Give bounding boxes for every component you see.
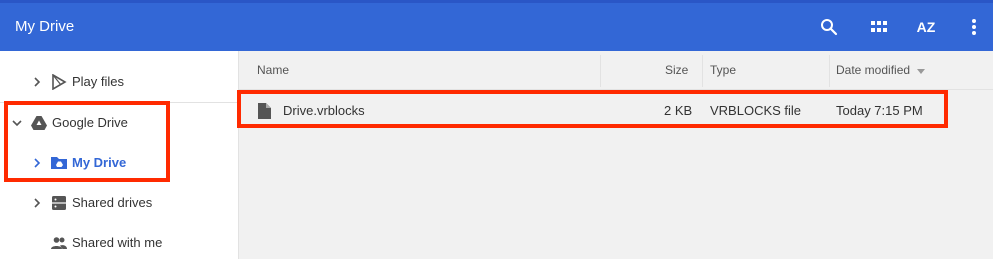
chevron-right-icon[interactable] — [31, 196, 43, 210]
column-header-date-label: Date modified — [836, 63, 911, 77]
search-icon[interactable] — [819, 17, 839, 37]
sort-az-icon[interactable]: AZ — [915, 17, 937, 37]
sidebar-item-label: Shared with me — [72, 235, 163, 250]
column-divider — [702, 55, 703, 87]
column-header-name[interactable]: Name — [257, 51, 289, 89]
sidebar-item-label: Play files — [72, 74, 125, 89]
highlight-box-file-row — [237, 90, 948, 128]
window-title: My Drive — [15, 18, 75, 35]
column-header-date-modified[interactable]: Date modified — [836, 51, 926, 89]
sidebar-item-play-files[interactable]: Play files — [0, 62, 238, 102]
sort-az-label: AZ — [916, 19, 936, 35]
column-divider — [829, 55, 830, 87]
more-vert-icon[interactable] — [964, 17, 984, 37]
column-header-type[interactable]: Type — [710, 51, 736, 89]
file-list: Name Size Type Date modified Drive.vrblo… — [239, 51, 993, 259]
sort-descending-icon — [917, 68, 926, 74]
sidebar-item-label: Shared drives — [72, 195, 153, 210]
sidebar-item-shared-with-me[interactable]: Shared with me — [0, 223, 238, 263]
play-files-icon — [52, 74, 67, 90]
grid-view-icon[interactable] — [869, 17, 889, 37]
shared-drives-icon — [52, 196, 66, 210]
highlight-box-sidebar — [4, 101, 170, 182]
file-list-header: Name Size Type Date modified — [239, 51, 993, 90]
chevron-right-icon[interactable] — [31, 75, 43, 89]
column-header-size[interactable]: Size — [665, 51, 688, 89]
column-divider — [600, 55, 601, 87]
top-bar: My Drive AZ — [0, 0, 993, 51]
shared-with-me-icon — [51, 237, 67, 249]
sidebar-item-shared-drives[interactable]: Shared drives — [0, 183, 238, 223]
